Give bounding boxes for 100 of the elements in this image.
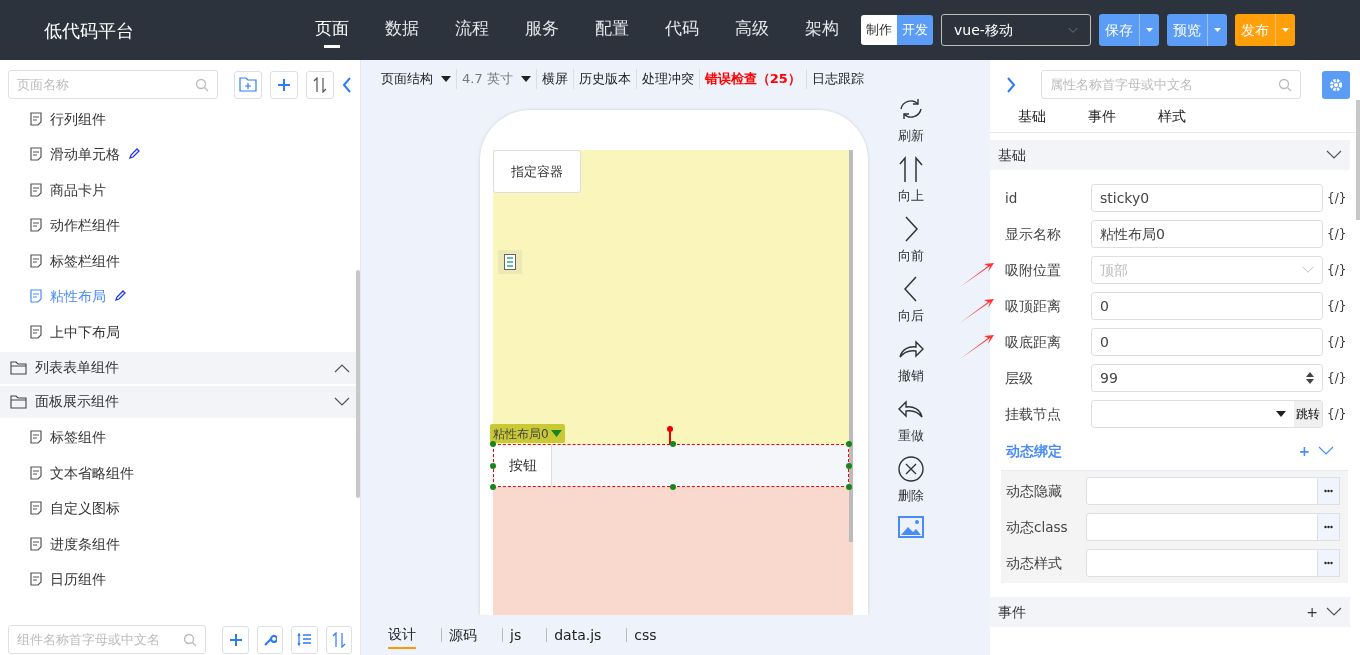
tool-button[interactable]: 向上 (897, 155, 925, 215)
bind-toggle[interactable]: {/} (1327, 333, 1347, 351)
container-button[interactable]: 指定容器 (493, 150, 581, 193)
resize-handle[interactable] (670, 441, 676, 447)
dropdown-toggle[interactable] (1207, 14, 1227, 46)
tool-button[interactable]: 刷新 (897, 95, 925, 155)
section-header[interactable]: 基础 (990, 140, 1350, 170)
sort-button[interactable] (306, 70, 334, 99)
input-field[interactable] (1086, 477, 1318, 505)
resize-handle[interactable] (846, 484, 852, 490)
nav-tab[interactable]: 服务 (507, 8, 577, 52)
editor-tab[interactable]: data.js (554, 622, 602, 648)
input-field[interactable]: 0 (1091, 328, 1323, 356)
rotate-handle[interactable] (667, 426, 673, 444)
resize-handle[interactable] (490, 484, 496, 490)
panel-tab[interactable]: 样式 (1152, 105, 1222, 128)
tree-item[interactable]: 日历组件 (0, 561, 360, 597)
section-header[interactable]: 事件 + (990, 597, 1350, 627)
resize-handle[interactable] (490, 462, 496, 469)
tool-button[interactable]: 向后 (897, 275, 925, 335)
input-field[interactable] (1086, 513, 1318, 541)
editor-tab[interactable]: 源码 (449, 622, 477, 648)
field-label: 动态隐藏 (1006, 481, 1063, 501)
panel-tab[interactable]: 基础 (1012, 105, 1082, 128)
nav-tab[interactable]: 流程 (437, 8, 507, 52)
tree-item[interactable]: 标签栏组件 (0, 243, 360, 279)
editor-tab[interactable]: 设计 (388, 621, 416, 649)
more-button[interactable] (1318, 477, 1340, 505)
settings-button[interactable] (1322, 70, 1350, 99)
scrollbar[interactable] (356, 270, 360, 498)
resize-handle[interactable] (490, 441, 496, 447)
tree-item[interactable]: 行列组件 (0, 101, 360, 137)
toolbar-dropdown[interactable]: 4.7 英寸 (457, 69, 537, 89)
component-tag[interactable]: 粘性布局0 (490, 424, 565, 443)
resize-handle[interactable] (846, 441, 852, 447)
form-icon (504, 254, 516, 270)
input-field[interactable]: 粘性布局0 (1091, 220, 1323, 248)
toolbar-link[interactable]: 历史版本 (573, 69, 637, 89)
field-label: id (1005, 188, 1019, 208)
tool-button[interactable]: 撤销 (897, 335, 925, 395)
plus-icon (278, 78, 290, 91)
toolbar-link[interactable]: 错误检查（25） (699, 69, 807, 89)
document-icon (30, 324, 42, 339)
selected-sticky-layout[interactable]: 按钮 (493, 444, 849, 487)
more-button[interactable] (1318, 549, 1340, 577)
document-icon (30, 218, 42, 233)
toolbar-dropdown[interactable]: 页面结构 (376, 69, 457, 89)
tool-button[interactable]: 向前 (897, 215, 925, 275)
nav-tab[interactable]: 架构 (787, 8, 857, 52)
select-field[interactable]: 跳转 (1091, 400, 1323, 428)
editor-tab[interactable]: js (510, 622, 522, 648)
input-field[interactable] (1086, 549, 1318, 577)
document-icon (30, 501, 42, 516)
bind-toggle[interactable]: {/} (1327, 261, 1347, 279)
document-icon (30, 111, 42, 126)
nav-tab[interactable]: 高级 (717, 8, 787, 52)
panel-tab[interactable]: 事件 (1082, 105, 1152, 128)
toolbar-link[interactable]: 处理冲突 (636, 69, 700, 89)
tree-item[interactable]: 进度条组件 (0, 526, 360, 562)
input-field[interactable]: 99 (1091, 364, 1323, 392)
tree-item[interactable]: 标签组件 (0, 419, 360, 455)
indent-button[interactable] (291, 625, 318, 654)
editor-tab[interactable]: css (634, 622, 657, 648)
toolbar-link[interactable]: 日志跟踪 (806, 69, 869, 89)
dropdown-toggle[interactable] (1275, 14, 1295, 46)
tree-item[interactable]: 文本省略组件 (0, 455, 360, 491)
tree-item[interactable]: 动作栏组件 (0, 207, 360, 243)
mock-button[interactable]: 按钮 (494, 445, 552, 486)
resize-handle[interactable] (670, 484, 676, 490)
toolbar-link[interactable]: 横屏 (536, 69, 574, 89)
tool-button[interactable]: 删除 (897, 455, 925, 515)
input-field[interactable]: 0 (1091, 292, 1323, 320)
more-button[interactable] (1318, 513, 1340, 541)
tree-item[interactable]: 滑动单元格 (0, 136, 360, 172)
bind-toggle[interactable]: {/} (1327, 405, 1347, 423)
jump-button[interactable]: 跳转 (1294, 401, 1322, 427)
wrench-button[interactable] (256, 625, 284, 654)
document-icon (30, 253, 42, 268)
input-field[interactable]: sticky0 (1091, 184, 1323, 212)
add-folder-button[interactable] (234, 70, 262, 99)
dropdown-toggle[interactable] (1139, 14, 1159, 46)
nav-tab[interactable]: 数据 (367, 8, 437, 52)
plus-icon (229, 633, 242, 646)
tree-item[interactable]: 自定义图标 (0, 490, 360, 526)
framework-select[interactable]: vue-移动 (941, 14, 1091, 46)
tree-item[interactable]: 商品卡片 (0, 172, 360, 208)
tree-item[interactable]: 上中下布局 (0, 314, 360, 350)
nav-tab[interactable]: 代码 (647, 8, 717, 52)
tool-button[interactable]: 重做 (897, 395, 925, 455)
bind-toggle[interactable]: {/} (1327, 369, 1347, 387)
add-button[interactable] (222, 625, 249, 654)
nav-tab[interactable]: 配置 (577, 8, 647, 52)
bind-toggle[interactable]: {/} (1327, 297, 1347, 315)
add-button[interactable] (270, 70, 298, 99)
scrollbar[interactable] (1356, 100, 1360, 220)
scrollbar[interactable] (849, 150, 853, 542)
sort-button[interactable] (325, 625, 352, 654)
bind-toggle[interactable]: {/} (1327, 225, 1347, 243)
bind-toggle[interactable]: {/} (1327, 189, 1347, 207)
mode-toggle-option[interactable]: 制作 (861, 15, 897, 45)
